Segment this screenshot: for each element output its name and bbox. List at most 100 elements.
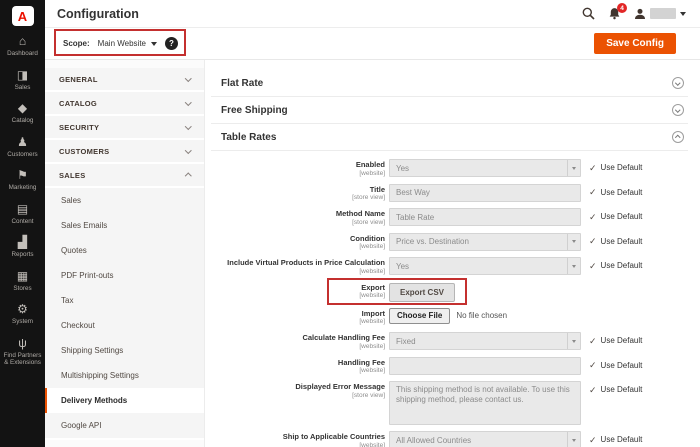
section-free-shipping[interactable]: Free Shipping (211, 97, 688, 124)
use-default-checkbox[interactable]: ✓ Use Default (589, 431, 642, 444)
config-item-checkout[interactable]: Checkout (45, 313, 204, 338)
ship-to-applicable-countries-select[interactable]: All Allowed Countries (389, 431, 581, 447)
config-item-multishipping-settings[interactable]: Multishipping Settings (45, 363, 204, 388)
catalog-icon: ◆ (17, 101, 28, 115)
config-section-catalog[interactable]: CATALOG (45, 92, 204, 116)
user-name-redacted (650, 8, 676, 19)
sales-subsections: Sales Sales Emails Quotes PDF Print-outs… (45, 188, 204, 440)
main-menu-sidebar: A ⌂ Dashboard ◨ Sales ◆ Catalog ♟ Custom… (0, 0, 45, 447)
plug-icon: ψ (18, 335, 27, 350)
use-default-checkbox[interactable]: ✓ Use Default (589, 184, 642, 197)
scope-label: Scope: (63, 39, 90, 48)
chevron-down-icon (567, 432, 580, 447)
form-row-calculate-handling-fee: Calculate Handling Fee [website] Fixed ✓ … (302, 332, 643, 350)
method-name-input[interactable]: Table Rate (389, 208, 581, 226)
chevron-up-icon (184, 172, 191, 180)
table-rates-form: Enabled [website] Yes ✓ Use Default Title… (211, 151, 688, 447)
scope-selector[interactable]: Main Website (98, 39, 157, 48)
use-default-checkbox[interactable]: ✓ Use Default (589, 381, 642, 394)
top-header-bar: Configuration 4 (45, 0, 700, 28)
sidebar-item-sales[interactable]: ◨ Sales (0, 64, 45, 98)
content-icon: ▤ (16, 201, 29, 216)
sidebar-item-catalog[interactable]: ◆ Catalog (0, 97, 45, 131)
config-item-delivery-methods[interactable]: Delivery Methods (45, 388, 204, 413)
chevron-down-icon (567, 233, 580, 250)
adobe-logo-box: A (11, 6, 34, 26)
file-chosen-status: No file chosen (456, 311, 508, 320)
chevron-down-icon (184, 146, 191, 154)
config-main-panel: Flat Rate Free Shipping Table Rates Enab… (205, 60, 700, 447)
notification-badge: 4 (617, 3, 627, 13)
chevron-down-icon (567, 333, 580, 349)
section-table-rates[interactable]: Table Rates (211, 124, 688, 151)
use-default-checkbox[interactable]: ✓ Use Default (589, 257, 642, 270)
checkbox-checked-icon: ✓ (589, 162, 597, 173)
sidebar-item-system[interactable]: ⚙ System (0, 298, 45, 332)
search-icon[interactable] (582, 7, 595, 20)
page-title: Configuration (57, 6, 139, 21)
export-csv-button[interactable]: Export CSV (389, 282, 456, 302)
config-section-sales[interactable]: SALES (45, 164, 204, 188)
form-row-ship-to-applicable-countries: Ship to Applicable Countries [website] Al… (282, 431, 643, 447)
section-flat-rate[interactable]: Flat Rate (211, 70, 688, 97)
user-icon (635, 8, 645, 19)
chevron-down-icon (675, 106, 681, 112)
customers-icon: ♟ (17, 134, 28, 149)
system-icon: ⚙ (17, 302, 28, 316)
title-input[interactable]: Best Way (389, 183, 581, 202)
use-default-checkbox[interactable]: ✓ Use Default (589, 357, 642, 370)
choose-file-button[interactable]: Choose File (389, 307, 451, 324)
calculate-handling-fee-select[interactable]: Fixed (389, 332, 581, 350)
sidebar-item-find-partners[interactable]: ψ Find Partners & Extensions (0, 332, 45, 373)
sidebar-item-marketing[interactable]: ⚑ Marketing (0, 164, 45, 198)
config-section-general[interactable]: GENERAL (45, 68, 204, 92)
save-config-button[interactable]: Save Config (594, 33, 676, 54)
adobe-logo[interactable]: A (0, 0, 45, 30)
chevron-down-icon (184, 122, 191, 130)
include-virtual-products-select[interactable]: Yes (389, 257, 581, 275)
enabled-select[interactable]: Yes (389, 159, 581, 177)
notifications-bell-icon[interactable]: 4 (608, 3, 627, 20)
checkbox-checked-icon: ✓ (589, 187, 597, 197)
form-row-title: Title [store view] Best Way ✓ Use Default (352, 183, 643, 202)
use-default-checkbox[interactable]: ✓ Use Default (589, 208, 642, 221)
sidebar-item-content[interactable]: ▤ Content (0, 198, 45, 232)
checkbox-checked-icon: ✓ (589, 434, 597, 445)
config-section-security[interactable]: SECURITY (45, 116, 204, 140)
sidebar-item-dashboard[interactable]: ⌂ Dashboard (0, 30, 45, 64)
config-item-sales[interactable]: Sales (45, 188, 204, 213)
chevron-down-icon (184, 98, 191, 106)
form-row-export: Export [website] Export CSV (211, 277, 688, 305)
use-default-checkbox[interactable]: ✓ Use Default (589, 332, 642, 345)
config-item-quotes[interactable]: Quotes (45, 238, 204, 263)
config-section-customers[interactable]: CUSTOMERS (45, 140, 204, 164)
account-menu[interactable] (634, 8, 686, 20)
stores-icon: ▦ (16, 268, 29, 283)
checkbox-checked-icon: ✓ (589, 360, 597, 370)
handling-fee-input[interactable] (389, 356, 581, 375)
checkbox-checked-icon: ✓ (589, 260, 597, 271)
use-default-checkbox[interactable]: ✓ Use Default (589, 159, 642, 172)
config-item-pdf-print-outs[interactable]: PDF Print-outs (45, 263, 204, 288)
config-item-google-api[interactable]: Google API (45, 413, 204, 438)
checkbox-checked-icon: ✓ (589, 236, 597, 246)
sidebar-item-stores[interactable]: ▦ Stores (0, 265, 45, 299)
condition-select[interactable]: Price vs. Destination (389, 232, 581, 251)
scope-bar: Scope: Main Website ? Save Config (45, 28, 700, 60)
form-row-import: Import [website] Choose File No file chos… (359, 307, 508, 325)
use-default-checkbox[interactable]: ✓ Use Default (589, 233, 642, 246)
config-item-sales-emails[interactable]: Sales Emails (45, 213, 204, 238)
help-icon[interactable]: ? (165, 37, 178, 50)
chevron-down-icon (680, 11, 686, 16)
displayed-error-message-textarea[interactable]: This shipping method is not available. T… (389, 381, 581, 425)
checkbox-checked-icon: ✓ (589, 335, 597, 346)
form-row-method-name: Method Name [store view] Table Rate ✓ Use… (335, 208, 643, 226)
config-item-tax[interactable]: Tax (45, 288, 204, 313)
chevron-up-icon (675, 135, 681, 141)
collapse-circle-icon (672, 104, 684, 116)
sidebar-item-reports[interactable]: ▟ Reports (0, 231, 45, 265)
sidebar-item-customers[interactable]: ♟ Customers (0, 131, 45, 165)
config-nav: GENERAL CATALOG SECURITY CUSTOMERS SALES… (45, 60, 205, 447)
config-item-shipping-settings[interactable]: Shipping Settings (45, 338, 204, 363)
form-row-condition: Condition [website] Price vs. Destination… (350, 232, 643, 251)
